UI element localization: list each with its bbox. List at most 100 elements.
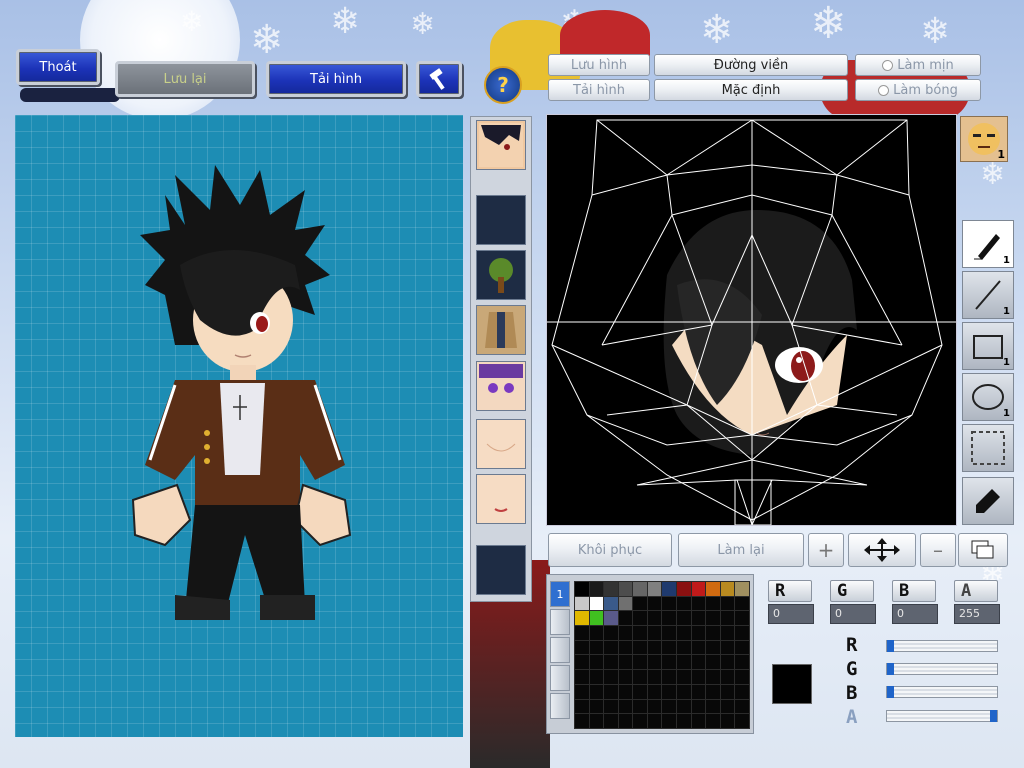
- red-channel-button[interactable]: R: [768, 580, 812, 602]
- palette-color-cell[interactable]: [705, 639, 721, 656]
- red-value[interactable]: 0: [768, 604, 814, 624]
- palette-color-cell[interactable]: [588, 610, 605, 627]
- palette-color-cell[interactable]: [646, 713, 663, 729]
- palette-color-cell[interactable]: [690, 610, 707, 627]
- palette-color-cell[interactable]: [661, 683, 678, 700]
- palette-color-cell[interactable]: [719, 654, 736, 671]
- slider-knob[interactable]: [990, 710, 997, 722]
- save-image-button[interactable]: Lưu hình: [548, 54, 650, 76]
- alpha-value[interactable]: 255: [954, 604, 1000, 624]
- palette-color-cell[interactable]: [588, 713, 605, 729]
- palette-color-cell[interactable]: [676, 683, 692, 700]
- palette-color-cell[interactable]: [661, 581, 678, 597]
- blue-channel-button[interactable]: B: [892, 580, 936, 602]
- palette-color-cell[interactable]: [690, 669, 707, 685]
- palette-color-cell[interactable]: [603, 595, 619, 612]
- palette-color-cell[interactable]: [661, 625, 678, 641]
- palette-color-cell[interactable]: [574, 610, 590, 627]
- palette-color-cell[interactable]: [617, 639, 634, 656]
- palette-color-cell[interactable]: [690, 683, 707, 700]
- green-slider[interactable]: [886, 663, 998, 675]
- palette-color-cell[interactable]: [603, 581, 619, 597]
- palette-tab[interactable]: [550, 665, 570, 691]
- red-slider[interactable]: [886, 640, 998, 652]
- save-button[interactable]: Lưu lại: [115, 61, 255, 97]
- palette-color-cell[interactable]: [719, 610, 736, 627]
- outline-button[interactable]: Đường viền: [654, 54, 848, 76]
- palette-color-cell[interactable]: [690, 713, 707, 729]
- face-selector[interactable]: 1: [960, 116, 1008, 162]
- palette-color-cell[interactable]: [603, 639, 619, 656]
- blue-slider[interactable]: [886, 686, 998, 698]
- palette-color-cell[interactable]: [603, 654, 619, 671]
- load-button[interactable]: Tải hình: [266, 61, 406, 97]
- palette-color-cell[interactable]: [603, 625, 619, 641]
- palette-color-cell[interactable]: [646, 625, 663, 641]
- palette-color-cell[interactable]: [661, 654, 678, 671]
- part-slot-skin-mouth[interactable]: [476, 474, 526, 524]
- palette-color-cell[interactable]: [719, 713, 736, 729]
- palette-color-cell[interactable]: [734, 610, 750, 627]
- palette-color-cell[interactable]: [705, 669, 721, 685]
- palette-color-cell[interactable]: [632, 639, 648, 656]
- alpha-channel-button[interactable]: A: [954, 580, 998, 602]
- green-value[interactable]: 0: [830, 604, 876, 624]
- palette-color-cell[interactable]: [574, 625, 590, 641]
- palette-color-cell[interactable]: [617, 654, 634, 671]
- palette-color-cell[interactable]: [705, 713, 721, 729]
- palette-color-cell[interactable]: [705, 654, 721, 671]
- palette-color-cell[interactable]: [676, 713, 692, 729]
- palette-color-cell[interactable]: [588, 581, 605, 597]
- select-tool[interactable]: [962, 424, 1014, 472]
- palette-grid[interactable]: [574, 581, 750, 729]
- palette-tab[interactable]: [550, 609, 570, 635]
- palette-color-cell[interactable]: [705, 610, 721, 627]
- palette-color-cell[interactable]: [676, 654, 692, 671]
- ellipse-tool[interactable]: 1: [962, 373, 1014, 421]
- smooth-button[interactable]: Làm mịn: [855, 54, 981, 76]
- redo-button[interactable]: Làm lại: [678, 533, 804, 567]
- eyedropper-tool[interactable]: [962, 477, 1014, 525]
- palette-color-cell[interactable]: [603, 683, 619, 700]
- palette-color-cell[interactable]: [632, 654, 648, 671]
- character-preview-canvas[interactable]: [15, 115, 463, 737]
- pen-tool[interactable]: 1: [962, 220, 1014, 268]
- palette-color-cell[interactable]: [617, 669, 634, 685]
- palette-color-cell[interactable]: [588, 669, 605, 685]
- palette-color-cell[interactable]: [646, 654, 663, 671]
- palette-color-cell[interactable]: [617, 698, 634, 715]
- palette-color-cell[interactable]: [705, 625, 721, 641]
- minus-button[interactable]: –: [920, 533, 956, 567]
- palette-color-cell[interactable]: [690, 581, 707, 597]
- palette-color-cell[interactable]: [690, 639, 707, 656]
- palette-color-cell[interactable]: [705, 581, 721, 597]
- palette-color-cell[interactable]: [734, 683, 750, 700]
- shade-button[interactable]: Làm bóng: [855, 79, 981, 101]
- palette-color-cell[interactable]: [632, 698, 648, 715]
- palette-color-cell[interactable]: [690, 595, 707, 612]
- palette-color-cell[interactable]: [632, 581, 648, 597]
- blue-value[interactable]: 0: [892, 604, 938, 624]
- palette-color-cell[interactable]: [588, 698, 605, 715]
- palette-color-cell[interactable]: [574, 683, 590, 700]
- part-slot-skin-body[interactable]: [476, 419, 526, 469]
- plus-button[interactable]: +: [808, 533, 844, 567]
- palette-color-cell[interactable]: [574, 639, 590, 656]
- palette-tab[interactable]: [550, 637, 570, 663]
- palette-color-cell[interactable]: [676, 610, 692, 627]
- palette-color-cell[interactable]: [734, 625, 750, 641]
- palette-color-cell[interactable]: [617, 713, 634, 729]
- palette-color-cell[interactable]: [676, 669, 692, 685]
- palette-color-cell[interactable]: [574, 698, 590, 715]
- palette-color-cell[interactable]: [676, 639, 692, 656]
- slider-knob[interactable]: [887, 663, 894, 675]
- palette-color-cell[interactable]: [588, 683, 605, 700]
- palette-color-cell[interactable]: [719, 625, 736, 641]
- palette-color-cell[interactable]: [734, 581, 750, 597]
- palette-color-cell[interactable]: [719, 698, 736, 715]
- palette-color-cell[interactable]: [632, 610, 648, 627]
- palette-color-cell[interactable]: [617, 595, 634, 612]
- palette-color-cell[interactable]: [719, 669, 736, 685]
- palette-color-cell[interactable]: [603, 610, 619, 627]
- palette-color-cell[interactable]: [646, 669, 663, 685]
